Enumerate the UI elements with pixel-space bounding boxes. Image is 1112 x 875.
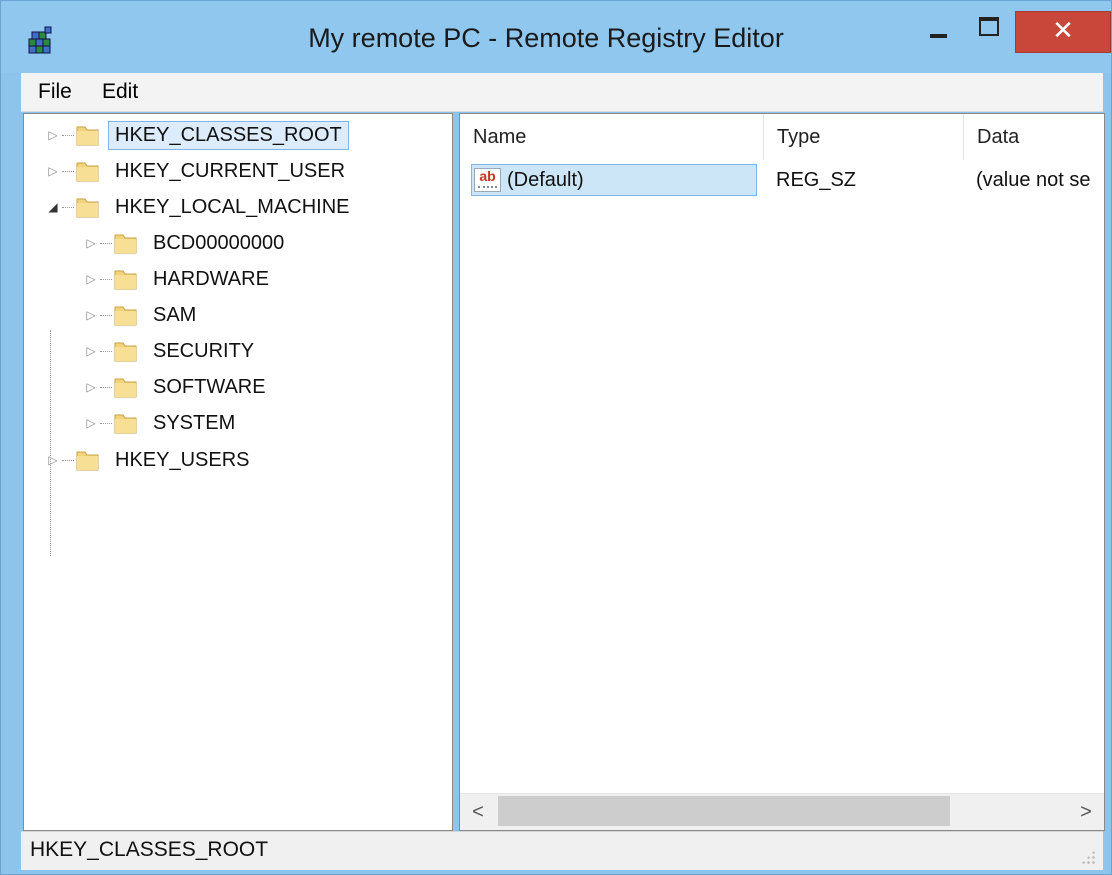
expand-arrow-icon[interactable]: ▷ — [84, 380, 98, 394]
title-bar[interactable]: My remote PC - Remote Registry Editor ✕ — [1, 1, 1111, 73]
value-row[interactable]: ab (Default) REG_SZ (value not se — [460, 164, 1104, 198]
tree-item-label: SAM — [153, 303, 197, 326]
tree-item-system[interactable]: ▷ SYSTEM — [84, 406, 242, 440]
tree-item-label: HKEY_CLASSES_ROOT — [108, 120, 349, 150]
tree-item-security[interactable]: ▷ SECURITY — [84, 334, 261, 368]
tree-item-label: SYSTEM — [153, 411, 236, 434]
close-button[interactable]: ✕ — [1015, 11, 1111, 53]
column-header-data[interactable]: Data — [964, 114, 1104, 160]
folder-icon — [76, 124, 99, 146]
expand-arrow-icon[interactable]: ▷ — [46, 164, 60, 178]
registry-editor-window: My remote PC - Remote Registry Editor ✕ … — [0, 0, 1112, 875]
expand-arrow-icon[interactable]: ▷ — [84, 416, 98, 430]
horizontal-scrollbar[interactable]: < > — [460, 793, 1104, 830]
maximize-icon — [979, 16, 999, 36]
string-value-icon: ab — [474, 168, 501, 192]
tree-item-software[interactable]: ▷ SOFTWARE — [84, 370, 273, 404]
scrollbar-thumb[interactable] — [498, 796, 950, 826]
tree-item-label: BCD00000000 — [153, 231, 285, 254]
value-name: (Default) — [507, 168, 584, 191]
close-icon: ✕ — [1052, 14, 1074, 45]
scroll-left-icon[interactable]: < — [460, 794, 496, 830]
tree-item-hkey-current-user[interactable]: ▷ HKEY_CURRENT_USER — [46, 154, 352, 188]
folder-icon — [114, 340, 137, 362]
tree-item-label: HKEY_CURRENT_USER — [115, 159, 346, 182]
minimize-icon — [929, 34, 947, 38]
value-data: (value not se — [976, 169, 1091, 191]
minimize-button[interactable] — [913, 9, 963, 51]
tree-item-hkey-users[interactable]: ▷ HKEY_USERS — [46, 443, 257, 477]
value-type: REG_SZ — [776, 169, 857, 191]
expand-arrow-icon[interactable]: ▷ — [84, 344, 98, 358]
column-header-type[interactable]: Type — [764, 114, 964, 160]
tree-item-label: HKEY_USERS — [115, 448, 250, 471]
status-path: HKEY_CLASSES_ROOT — [30, 838, 269, 861]
value-name-cell[interactable]: ab (Default) — [471, 164, 757, 196]
menu-edit[interactable]: Edit — [102, 80, 138, 104]
menu-file[interactable]: File — [38, 80, 72, 104]
tree-item-label: SECURITY — [153, 339, 255, 362]
folder-icon — [114, 268, 137, 290]
folder-icon — [114, 376, 137, 398]
maximize-button[interactable] — [964, 9, 1014, 51]
expand-arrow-icon[interactable]: ▷ — [46, 128, 60, 142]
expand-arrow-icon[interactable]: ▷ — [84, 236, 98, 250]
tree-item-label: SOFTWARE — [153, 375, 266, 398]
registry-tree[interactable]: ▷ HKEY_CLASSES_ROOT ▷ HKEY_CURRENT_USER … — [23, 113, 453, 831]
resize-grip-icon[interactable] — [1081, 850, 1095, 864]
tree-item-hardware[interactable]: ▷ HARDWARE — [84, 262, 276, 296]
expand-arrow-icon[interactable]: ▷ — [46, 453, 60, 467]
collapse-arrow-icon[interactable]: ◢ — [46, 200, 60, 214]
folder-icon — [76, 196, 99, 218]
folder-icon — [76, 160, 99, 182]
scroll-right-icon[interactable]: > — [1068, 794, 1104, 830]
column-header-name[interactable]: Name — [460, 114, 764, 160]
tree-item-bcd00000000[interactable]: ▷ BCD00000000 — [84, 226, 291, 260]
expand-arrow-icon[interactable]: ▷ — [84, 308, 98, 322]
folder-icon — [114, 304, 137, 326]
tree-item-label: HKEY_LOCAL_MACHINE — [115, 195, 350, 218]
tree-item-sam[interactable]: ▷ SAM — [84, 298, 203, 332]
menu-bar: File Edit — [21, 73, 1103, 112]
tree-item-label: HARDWARE — [153, 267, 269, 290]
values-list[interactable]: Name Type Data ab (Default) REG_SZ (valu… — [459, 113, 1105, 831]
tree-item-hkey-classes-root[interactable]: ▷ HKEY_CLASSES_ROOT — [46, 118, 349, 152]
folder-icon — [114, 412, 137, 434]
status-bar: HKEY_CLASSES_ROOT — [21, 831, 1103, 870]
folder-icon — [114, 232, 137, 254]
tree-item-hkey-local-machine[interactable]: ◢ HKEY_LOCAL_MACHINE — [46, 190, 357, 224]
folder-icon — [76, 449, 99, 471]
expand-arrow-icon[interactable]: ▷ — [84, 272, 98, 286]
